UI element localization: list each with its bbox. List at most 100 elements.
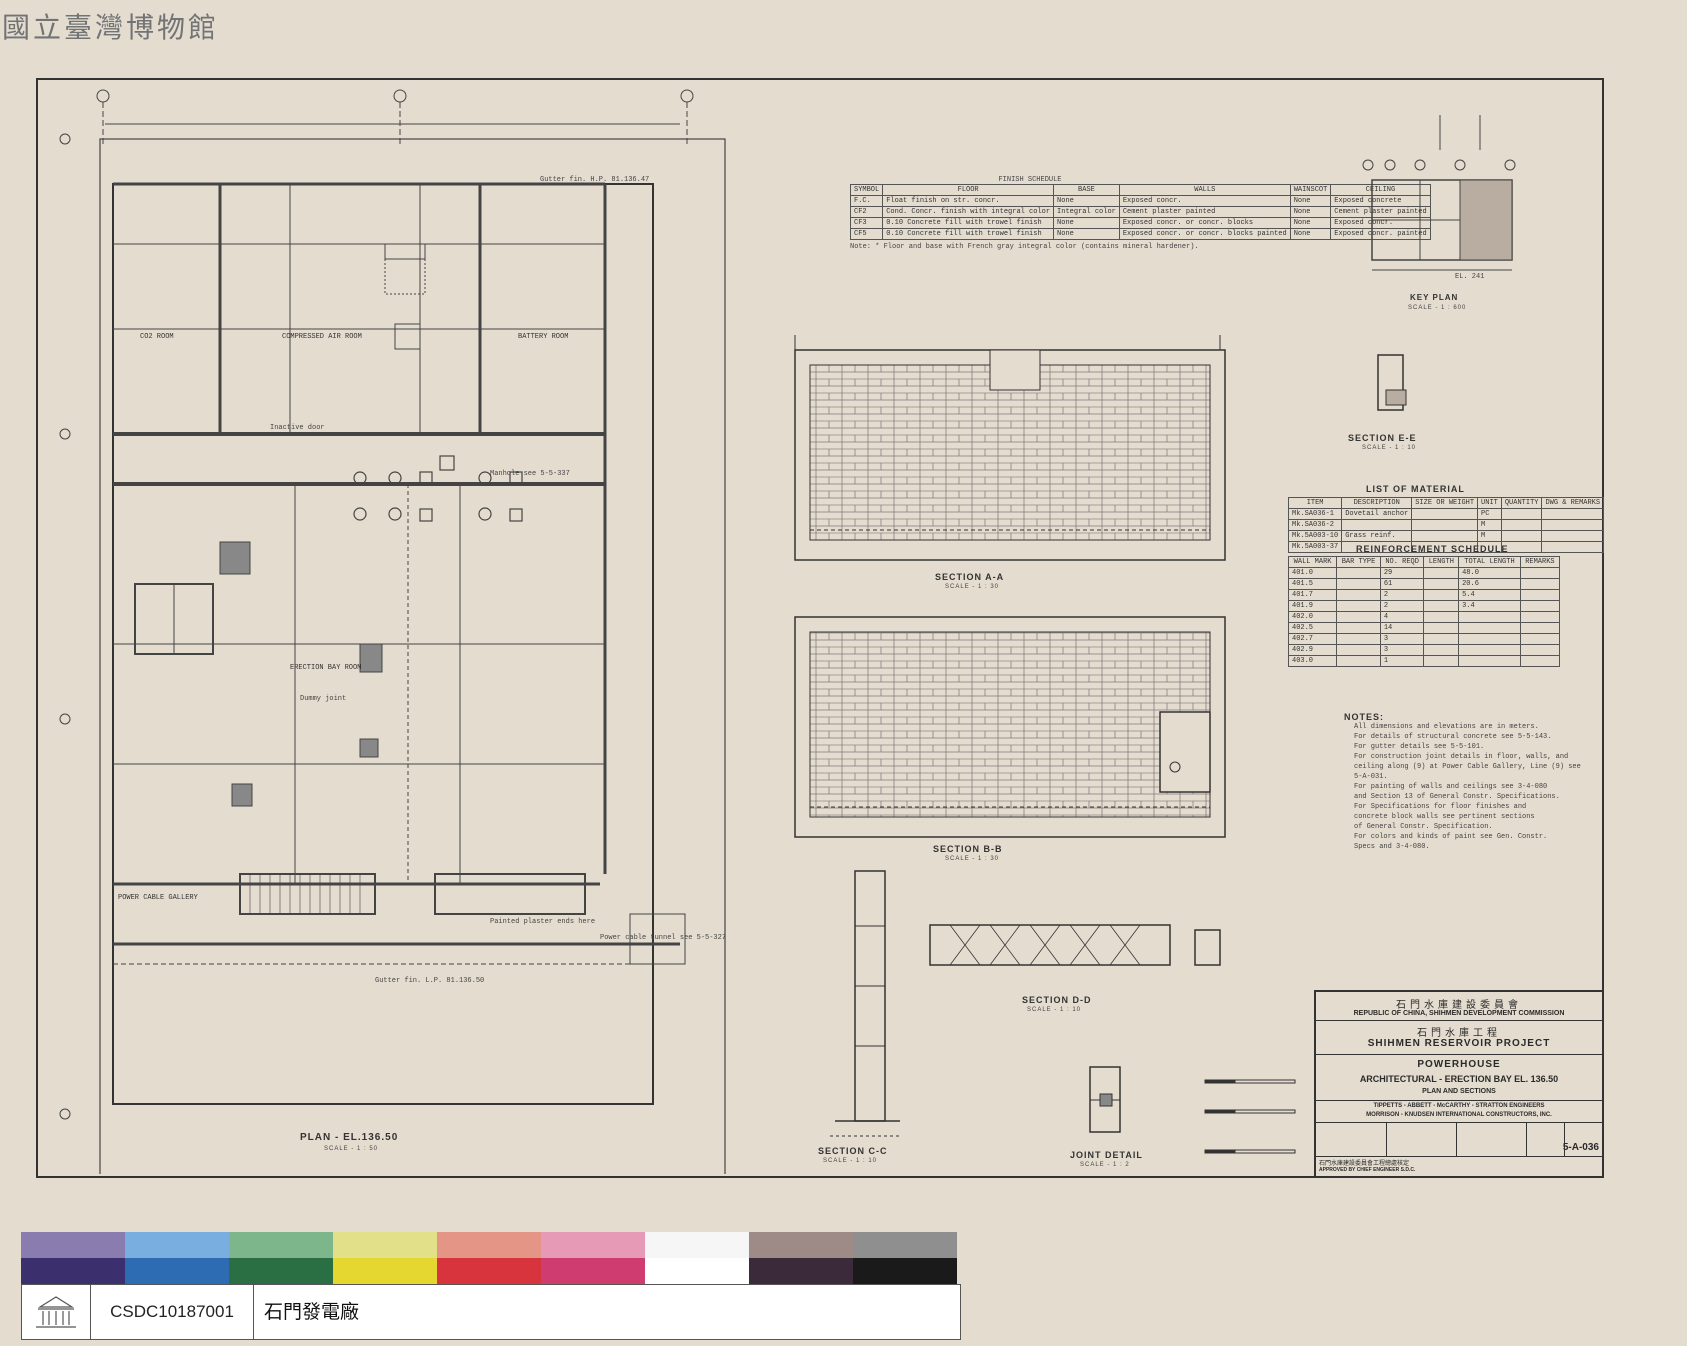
section-c-c-scale: SCALE - 1 : 10: [823, 1158, 878, 1164]
finish-cell: F.C.: [849, 195, 884, 207]
note-line: For gutter details see 5-5-101.: [1354, 743, 1485, 751]
reinf-cell: 48.0: [1458, 567, 1521, 579]
plan-scale: SCALE - 1 : 50: [324, 1146, 379, 1152]
plan-note-dummy-joint: Dummy joint: [300, 695, 347, 703]
reinf-cell: 5.4: [1458, 589, 1521, 601]
reinf-cell: 401.0: [1287, 567, 1338, 579]
finish-header: WALLS: [1118, 184, 1291, 196]
museum-watermark: 國立臺灣博物館: [2, 11, 220, 44]
section-c-c-drawing: [830, 870, 900, 1137]
color-swatch-light: [645, 1232, 749, 1258]
reinf-cell: 61: [1379, 578, 1425, 590]
title-block: 石門水庫建設委員會 REPUBLIC OF CHINA, SHIHMEN DEV…: [1314, 990, 1604, 1178]
reinf-cell: 402.7: [1287, 633, 1338, 645]
finish-cell: None: [1289, 228, 1332, 240]
reinf-cell: 20.6: [1458, 578, 1521, 590]
finish-cell: Exposed concr.: [1118, 195, 1291, 207]
color-swatch-dark: [125, 1258, 229, 1284]
color-swatch-light: [749, 1232, 853, 1258]
note-line: concrete block walls see pertinent secti…: [1354, 813, 1535, 821]
finish-cell: Cement plaster painted: [1118, 206, 1291, 218]
section-a-a-drawing: [794, 335, 1226, 561]
plan-note-manhole: Manhole see 5-5-337: [490, 470, 570, 478]
plan-note-gutter: Gutter fin. H.P. 81.136.47: [540, 176, 650, 184]
note-line: and Section 13 of General Constr. Specif…: [1354, 793, 1560, 801]
finish-cell: Cond. Concr. finish with integral color: [882, 206, 1055, 218]
note-line: For construction joint details in floor,…: [1354, 753, 1569, 761]
note-line: of General Constr. Specification.: [1354, 823, 1493, 831]
section-b-b-drawing: [794, 616, 1226, 838]
finish-header: WAINSCOT: [1289, 184, 1332, 196]
project-chinese: 石門水庫工程: [1417, 1028, 1501, 1039]
section-e-e-title: SECTION E-E: [1348, 433, 1417, 443]
reinforcement-title: REINFORCEMENT SCHEDULE: [1356, 544, 1509, 554]
material-header: UNIT: [1477, 497, 1502, 509]
plan-note-plaster: Painted plaster ends here: [490, 918, 596, 926]
plan-note-cable-tunnel: Power cable tunnel see 5-5-327: [600, 934, 727, 942]
finish-cell: None: [1053, 217, 1120, 229]
finish-cell: Float finish on str. concr.: [882, 195, 1055, 207]
commission-english: REPUBLIC OF CHINA, SHIHMEN DEVELOPMENT C…: [1353, 1010, 1565, 1017]
reinf-cell: 2: [1379, 600, 1425, 612]
drawing-number: 5-A-036: [1562, 1142, 1599, 1153]
reinf-cell: 2: [1379, 589, 1425, 601]
finish-schedule-note: Note: * Floor and base with French gray …: [850, 243, 1199, 251]
color-swatch-dark: [749, 1258, 853, 1284]
note-line: For painting of walls and ceilings see 3…: [1354, 783, 1548, 791]
key-plan-drawing: [1362, 115, 1516, 271]
section-d-d-title: SECTION D-D: [1022, 995, 1092, 1005]
reinf-cell: 4: [1379, 611, 1425, 623]
museum-building-icon: [36, 1296, 76, 1328]
color-swatch-dark: [437, 1258, 541, 1284]
note-line: For details of structural concrete see 5…: [1354, 733, 1552, 741]
list-of-material-title: LIST OF MATERIAL: [1366, 484, 1465, 494]
color-swatch-dark: [21, 1258, 125, 1284]
plan-title: PLAN - EL.136.50: [300, 1132, 399, 1143]
finish-cell: CF3: [849, 217, 884, 229]
floor-plan-drawing: [59, 89, 726, 1174]
color-swatch-light: [21, 1232, 125, 1258]
color-swatch-dark: [645, 1258, 749, 1284]
room-label-cable-gallery: POWER CABLE GALLERY: [118, 894, 198, 902]
material-header: DWG & REMARKS: [1541, 497, 1605, 509]
notes-title: NOTES:: [1344, 712, 1385, 722]
finish-schedule: FINISH SCHEDULE SYMBOL FLOOR BASE WALLS …: [849, 176, 1431, 251]
finish-cell: CF2: [849, 206, 884, 218]
firm-line-1: TIPPETTS - ABBETT - McCARTHY - STRATTON …: [1373, 1103, 1545, 1109]
finish-cell: None: [1289, 217, 1332, 229]
section-d-d-scale: SCALE - 1 : 10: [1027, 1007, 1082, 1013]
building-name: POWERHOUSE: [1417, 1059, 1501, 1070]
finish-cell: None: [1053, 195, 1120, 207]
reinf-cell: 14: [1379, 622, 1425, 634]
firm-line-2: MORRISON - KNUDSEN INTERNATIONAL CONSTRU…: [1366, 1112, 1552, 1118]
plan-note-gutter-lp: Gutter fin. L.P. 81.136.50: [375, 977, 485, 985]
finish-cell: Exposed concr. or concr. blocks painted: [1118, 228, 1291, 240]
material-cell: Mk.SA036-1: [1287, 508, 1343, 520]
archive-title: 石門發電廠: [264, 1301, 360, 1323]
reinf-header: NO. REQD: [1379, 556, 1425, 568]
section-e-e-drawing: [1377, 354, 1407, 411]
commission-chinese: 石門水庫建設委員會: [1396, 1000, 1522, 1011]
plan-note-inactive-door: Inactive door: [270, 424, 325, 432]
finish-header: BASE: [1053, 184, 1120, 196]
section-b-b-title: SECTION B-B: [933, 844, 1003, 854]
reinf-header: WALL MARK: [1287, 556, 1338, 568]
section-d-d-drawing: [929, 924, 1221, 966]
note-line: For colors and kinds of paint see Gen. C…: [1354, 833, 1548, 841]
key-plan-title: KEY PLAN: [1410, 293, 1459, 302]
joint-detail-drawing: [1089, 1066, 1121, 1133]
reinf-cell: 3: [1379, 633, 1425, 645]
section-b-b-scale: SCALE - 1 : 30: [945, 856, 1000, 862]
finish-cell: Exposed concr. or concr. blocks: [1118, 217, 1291, 229]
reinforcement-table: WALL MARK BAR TYPE NO. REQD LENGTH TOTAL…: [1287, 556, 1561, 667]
color-swatch-light: [541, 1232, 645, 1258]
drawing-subtitle: ARCHITECTURAL - ERECTION BAY EL. 136.50: [1359, 1074, 1559, 1084]
room-label-erection-bay: ERECTION BAY ROOM: [290, 664, 362, 672]
finish-cell: CF5: [849, 228, 884, 240]
key-plan-elevation: EL. 241: [1455, 273, 1485, 281]
reinf-cell: 29: [1379, 567, 1425, 579]
color-swatch-light: [125, 1232, 229, 1258]
color-swatch-dark: [333, 1258, 437, 1284]
key-plan-scale: SCALE - 1 : 600: [1408, 305, 1467, 311]
material-cell: Mk.SA036-2: [1287, 519, 1343, 531]
